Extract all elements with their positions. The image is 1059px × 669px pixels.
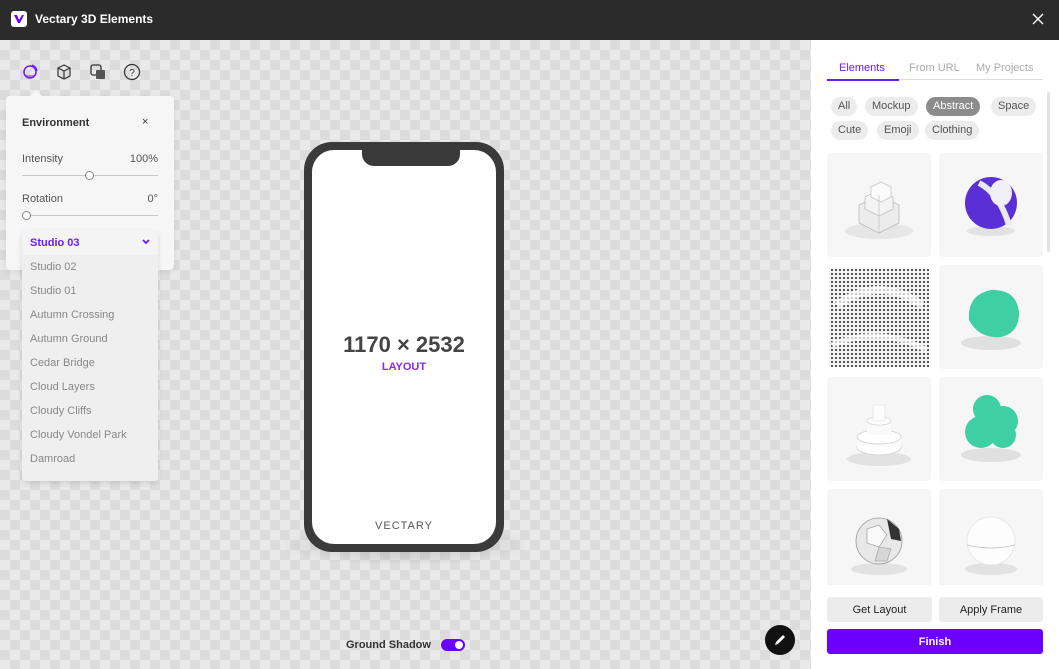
white-sphere-thumbnail: [965, 516, 1017, 575]
phone-mockup[interactable]: 1170 × 2532 LAYOUT VECTARY: [304, 142, 504, 552]
category-space[interactable]: Space: [991, 97, 1037, 116]
sidebar-tabs: Elements From URL My Projects: [827, 62, 1043, 81]
preset-option[interactable]: Damroad: [30, 453, 75, 465]
edit-button[interactable]: [765, 625, 795, 655]
panel-title: Environment: [22, 117, 90, 129]
ground-shadow-label: Ground Shadow: [346, 639, 431, 651]
close-panel-button[interactable]: ×: [142, 116, 148, 128]
cube-icon: [57, 64, 71, 80]
environment-button[interactable]: [20, 62, 40, 82]
element-card[interactable]: [827, 489, 931, 585]
category-all[interactable]: All: [831, 97, 858, 116]
intensity-value: 100%: [129, 153, 158, 165]
preset-option[interactable]: Autumn Ground: [30, 333, 108, 345]
selected-preset: Studio 03: [30, 237, 80, 249]
tab-my-projects[interactable]: My Projects: [976, 62, 1033, 74]
get-layout-button[interactable]: Get Layout: [827, 597, 932, 622]
phone-notch: [362, 150, 460, 166]
environment-icon: [23, 64, 38, 79]
tab-elements[interactable]: Elements: [839, 62, 885, 74]
sidebar-scrollbar[interactable]: [1047, 92, 1050, 252]
preset-option[interactable]: Cloud Layers: [30, 381, 95, 393]
category-cute[interactable]: Cute: [831, 121, 869, 140]
element-card[interactable]: [939, 377, 1043, 481]
preset-option[interactable]: Cloudy Vondel Park: [30, 429, 127, 441]
preset-select[interactable]: Studio 03: [22, 231, 158, 255]
pencil-icon: [775, 635, 785, 645]
teal-cluster-blob-thumbnail: [961, 395, 1021, 462]
close-window-button[interactable]: [1031, 12, 1045, 26]
element-card[interactable]: [939, 265, 1043, 369]
ground-shadow-control: Ground Shadow: [346, 639, 465, 651]
phone-screen: 1170 × 2532 LAYOUT VECTARY: [312, 150, 496, 544]
rotation-label: Rotation: [22, 193, 63, 205]
teal-blob-thumbnail: [961, 289, 1021, 350]
category-abstract[interactable]: Abstract: [926, 97, 981, 116]
preset-option[interactable]: Autumn Crossing: [30, 309, 114, 321]
preset-option[interactable]: Cloudy Cliffs: [30, 405, 92, 417]
rotation-slider-handle[interactable]: [22, 211, 31, 220]
brand-label: VECTARY: [375, 520, 433, 532]
preset-option[interactable]: Studio 01: [30, 285, 76, 297]
close-icon: [1032, 13, 1044, 25]
white-cubes-stack-thumbnail: [845, 181, 913, 239]
help-button[interactable]: ?: [122, 62, 142, 82]
element-card[interactable]: [827, 153, 931, 257]
preset-option[interactable]: Cedar Bridge: [30, 357, 95, 369]
apply-frame-button[interactable]: Apply Frame: [939, 597, 1043, 622]
finish-button[interactable]: Finish: [827, 629, 1043, 654]
element-card[interactable]: [939, 153, 1043, 257]
element-card[interactable]: [939, 489, 1043, 585]
rotation-slider[interactable]: [22, 211, 158, 220]
category-mockup[interactable]: Mockup: [865, 97, 918, 116]
toggle-knob: [454, 641, 463, 649]
elements-grid: [827, 153, 1043, 585]
faceted-sphere-thumbnail: [851, 517, 907, 575]
viewport-toolbar: ?: [20, 62, 142, 82]
layers-icon: [90, 64, 105, 79]
ground-shadow-toggle[interactable]: [440, 639, 465, 651]
intensity-slider-handle[interactable]: [84, 171, 94, 180]
active-tab-indicator: [827, 79, 899, 81]
elements-sidebar: Elements From URL My Projects All Mockup…: [811, 40, 1059, 669]
layout-dimensions: 1170 × 2532: [343, 332, 465, 357]
white-stacked-rings-thumbnail: [847, 404, 911, 466]
intensity-label: Intensity: [22, 153, 63, 165]
vectary-logo-icon: [11, 11, 27, 27]
layout-label: LAYOUT: [381, 361, 427, 373]
category-emoji[interactable]: Emoji: [877, 121, 919, 140]
environment-preset-dropdown[interactable]: Studio 03 Studio 02 Studio 01 Autumn Cro…: [22, 231, 158, 481]
preset-option[interactable]: Studio 02: [30, 261, 76, 273]
layers-button[interactable]: [88, 62, 108, 82]
title-bar: Vectary 3D Elements: [0, 0, 1059, 40]
element-card[interactable]: [827, 265, 931, 369]
tab-from-url[interactable]: From URL: [909, 62, 960, 74]
object-button[interactable]: [54, 62, 74, 82]
help-icon: ?: [123, 63, 141, 81]
category-clothing[interactable]: Clothing: [925, 121, 980, 140]
app-title: Vectary 3D Elements: [35, 12, 154, 26]
intensity-slider[interactable]: [22, 171, 158, 180]
rotation-value: 0°: [147, 193, 158, 205]
pixel-wave-field-thumbnail: [829, 267, 929, 367]
svg-text:?: ?: [129, 68, 135, 79]
panel-pointer: [30, 90, 42, 96]
chevron-down-icon: [142, 239, 150, 245]
element-card[interactable]: [827, 377, 931, 481]
purple-striped-ball-thumbnail: [965, 177, 1017, 236]
